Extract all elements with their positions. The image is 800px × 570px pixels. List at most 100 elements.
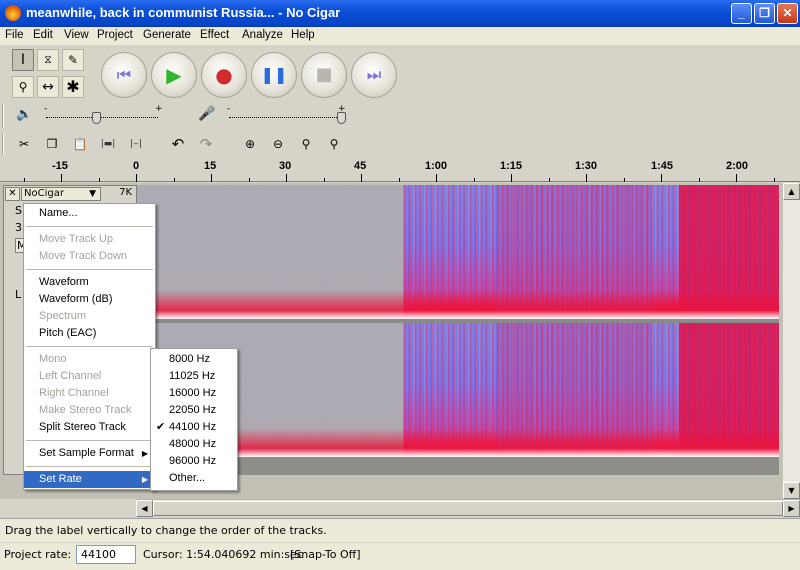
skip-to-end-button[interactable]: ⏭ [351, 52, 397, 98]
stop-icon: ■ [315, 64, 333, 85]
skip-end-icon: ⏭ [366, 65, 382, 84]
menu-generate[interactable]: Generate [143, 29, 191, 41]
menu-separator [26, 269, 153, 270]
skip-start-icon: ⏮ [116, 65, 132, 84]
ruler-minor-tick [624, 178, 625, 182]
ruler-label: 1:00 [425, 160, 448, 172]
fit-selection-icon[interactable]: ⚲ [294, 133, 318, 155]
menu-edit[interactable]: Edit [33, 29, 53, 41]
cut-icon[interactable]: ✂ [12, 133, 36, 155]
horizontal-scrollbar[interactable]: ◀ ▶ [136, 499, 800, 517]
edit-toolbar [0, 131, 800, 157]
menu-item-make-stereo-track[interactable]: Make Stereo Track [24, 402, 155, 419]
scroll-right-icon[interactable]: ▶ [783, 500, 800, 517]
menu-item-right-channel[interactable]: Right Channel [24, 385, 155, 402]
redo-icon[interactable]: ↷ [194, 133, 218, 155]
fit-project-icon[interactable]: ⚲ [322, 133, 346, 155]
microphone-icon: 🎤 [198, 106, 216, 122]
menu-item-set-sample-format[interactable]: Set Sample Format ▶ [24, 445, 155, 462]
toolbar-grip [2, 133, 4, 155]
timeshift-tool-icon[interactable]: ↔ [37, 76, 59, 98]
menu-analyze[interactable]: Analyze [242, 29, 283, 41]
play-button[interactable]: ▶ [151, 52, 197, 98]
speaker-icon: 🔈 [16, 107, 33, 122]
silence-icon[interactable]: |‒| [124, 133, 148, 155]
menu-effect[interactable]: Effect [200, 29, 229, 41]
volume-minus-label: - [44, 104, 48, 114]
spectrogram-channel-left[interactable] [137, 185, 779, 319]
horizontal-scroll-thumb[interactable] [153, 501, 783, 516]
track-info-letter: S [15, 204, 22, 217]
rate-option-96000[interactable]: 96000 Hz [151, 453, 237, 470]
ruler-tick [361, 174, 362, 182]
close-button[interactable]: ✕ [777, 3, 798, 24]
rate-option-48000[interactable]: 48000 Hz [151, 436, 237, 453]
menu-item-spectrum[interactable]: Spectrum [24, 308, 155, 325]
track-context-menu: Name... Move Track Up Move Track Down Wa… [23, 203, 156, 490]
menu-item-pitch-eac[interactable]: Pitch (EAC) [24, 325, 155, 342]
scroll-left-icon[interactable]: ◀ [136, 500, 153, 517]
menu-item-mono[interactable]: Mono [24, 351, 155, 368]
envelope-tool-icon[interactable]: ⧖ [37, 49, 59, 71]
ruler-label: 0 [133, 160, 140, 172]
ruler-label: 2:00 [726, 160, 749, 172]
copy-icon[interactable]: ❐ [40, 133, 64, 155]
menu-item-waveform-db[interactable]: Waveform (dB) [24, 291, 155, 308]
rate-option-other[interactable]: Other... [151, 470, 237, 487]
skip-to-start-button[interactable]: ⏮ [101, 52, 147, 98]
menu-view[interactable]: View [64, 29, 89, 41]
menu-item-split-stereo-track[interactable]: Split Stereo Track [24, 419, 155, 436]
menu-item-name[interactable]: Name... [24, 205, 155, 222]
toolbar-grip [2, 104, 4, 128]
timeline-ruler[interactable]: -15 0 15 30 45 1:00 1:15 1:30 1:45 2:00 [0, 158, 800, 182]
submenu-arrow-icon: ▶ [141, 475, 148, 484]
output-volume-track [46, 117, 158, 118]
project-rate-select[interactable]: 44100 [76, 545, 136, 564]
paste-icon[interactable]: 📋 [68, 133, 92, 155]
rate-option-8000[interactable]: 8000 Hz [151, 351, 237, 368]
ruler-label: 15 [204, 160, 217, 172]
menu-help[interactable]: Help [291, 29, 315, 41]
input-volume-slider[interactable] [337, 112, 346, 124]
rate-option-16000[interactable]: 16000 Hz [151, 385, 237, 402]
rate-option-44100[interactable]: ✔ 44100 Hz [151, 419, 237, 436]
trim-icon[interactable]: |▬| [96, 133, 120, 155]
snap-status: [Snap-To Off] [290, 548, 361, 561]
scroll-down-icon[interactable]: ▼ [783, 482, 800, 499]
menu-item-left-channel[interactable]: Left Channel [24, 368, 155, 385]
menu-separator [26, 226, 153, 227]
menu-item-set-rate[interactable]: Set Rate ▶ [24, 471, 155, 488]
menu-item-waveform[interactable]: Waveform [24, 274, 155, 291]
minimize-button[interactable]: _ [731, 3, 752, 24]
vertical-scrollbar[interactable]: ▲ ▼ [783, 183, 800, 499]
menu-separator [26, 466, 153, 467]
zoom-in-icon[interactable]: ⊕ [238, 133, 262, 155]
selection-tool-icon[interactable]: I [12, 49, 34, 71]
scroll-up-icon[interactable]: ▲ [783, 183, 800, 200]
menu-item-move-track-down[interactable]: Move Track Down [24, 248, 155, 265]
rate-option-11025[interactable]: 11025 Hz [151, 368, 237, 385]
zoom-tool-icon[interactable]: ⚲ [12, 76, 34, 98]
record-button[interactable]: ● [201, 52, 247, 98]
pause-button[interactable]: ❚❚ [251, 52, 297, 98]
zoom-out-icon[interactable]: ⊖ [266, 133, 290, 155]
rate-option-22050[interactable]: 22050 Hz [151, 402, 237, 419]
project-rate-label: Project rate: [4, 548, 72, 561]
record-icon: ● [215, 63, 233, 87]
track-name-button[interactable]: NoCigar ▼ [21, 187, 101, 201]
menu-file[interactable]: File [5, 29, 24, 41]
ruler-tick [211, 174, 212, 182]
menu-item-move-track-up[interactable]: Move Track Up [24, 231, 155, 248]
multi-tool-icon[interactable]: ✱ [62, 76, 84, 98]
stop-button[interactable]: ■ [301, 52, 347, 98]
submenu-arrow-icon: ▶ [141, 449, 148, 458]
track-name: NoCigar [24, 188, 64, 199]
draw-tool-icon[interactable]: ✎ [62, 49, 84, 71]
pan-left-label: L [15, 288, 22, 301]
track-close-button[interactable]: ✕ [5, 187, 20, 201]
menu-project[interactable]: Project [97, 29, 133, 41]
maximize-button[interactable]: ❐ [754, 3, 775, 24]
output-volume-slider[interactable] [92, 112, 101, 124]
undo-icon[interactable]: ↶ [166, 133, 190, 155]
title-bar: meanwhile, back in communist Russia... -… [0, 0, 800, 27]
